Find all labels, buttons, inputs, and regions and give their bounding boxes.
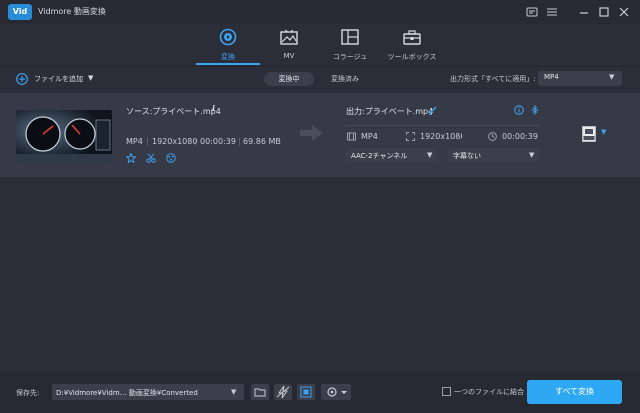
- source-format: MP4: [126, 137, 143, 146]
- gpu-accel-button[interactable]: [297, 384, 315, 400]
- output-resolution: 1920x1080: [420, 132, 462, 141]
- compress-icon[interactable]: [530, 105, 540, 115]
- subtitle-value: 字幕ない: [453, 152, 481, 160]
- maximize-icon[interactable]: [596, 4, 612, 20]
- tab-mv-label: MV: [283, 52, 295, 60]
- feedback-icon[interactable]: [524, 4, 540, 20]
- meta-separator: |: [146, 137, 149, 146]
- tab-converting[interactable]: 変換中: [264, 72, 314, 86]
- info-icon[interactable]: i: [212, 104, 215, 113]
- edit-effects-icon[interactable]: [166, 153, 176, 163]
- chevron-down-icon[interactable]: ▼: [231, 388, 236, 396]
- chevron-down-icon[interactable]: ▼: [88, 74, 93, 82]
- menu-icon[interactable]: [544, 4, 560, 20]
- tab-convert[interactable]: 変換: [193, 26, 263, 66]
- collage-icon: [341, 29, 359, 45]
- app-logo: Vid: [8, 4, 32, 20]
- add-file-button[interactable]: ファイルを追加: [34, 74, 83, 84]
- source-size: 69.86 MB: [243, 137, 281, 146]
- video-format-icon: [347, 132, 356, 141]
- chevron-down-icon[interactable]: ▼: [601, 128, 606, 136]
- tab-converted[interactable]: 変換済み: [320, 72, 370, 86]
- output-duration: 00:00:39: [502, 132, 538, 141]
- audio-track-value: AAC-2チャンネル: [351, 152, 408, 160]
- edit-name-icon[interactable]: [428, 105, 438, 115]
- settings-button[interactable]: [321, 384, 351, 400]
- close-icon[interactable]: [616, 4, 632, 20]
- add-file-icon[interactable]: [16, 73, 28, 85]
- source-resolution: 1920x1080: [152, 137, 198, 146]
- output-file-name: 出力:プライベート.mp4: [346, 107, 434, 116]
- hardware-accel-off-button[interactable]: [274, 384, 292, 400]
- tab-toolbox-label: ツールボックス: [387, 53, 437, 61]
- toolbox-icon: [403, 30, 421, 45]
- clock-icon: [488, 132, 497, 141]
- mv-icon: [280, 29, 298, 45]
- output-format-label: 出力形式「すべてに適用」:: [450, 75, 536, 83]
- meta-separator: |: [194, 137, 197, 146]
- cut-icon[interactable]: [146, 153, 156, 163]
- source-duration: 00:00:39: [200, 137, 236, 146]
- output-info-icon[interactable]: [514, 105, 524, 115]
- chevron-down-icon[interactable]: ▼: [529, 151, 534, 159]
- output-divider: [346, 125, 540, 126]
- chevron-down-icon[interactable]: ▼: [427, 151, 432, 159]
- save-to-label: 保存先:: [16, 389, 40, 397]
- output-format: MP4: [361, 132, 378, 141]
- output-format-value: MP4: [544, 73, 559, 81]
- resolution-icon: [406, 132, 415, 141]
- app-title: Vidmore 動画変換: [38, 7, 106, 16]
- active-tab-indicator: [196, 63, 260, 65]
- video-thumbnail[interactable]: [16, 110, 112, 162]
- tab-convert-label: 変換: [221, 53, 235, 61]
- source-file-name: ソース:プライベート.mp4: [126, 107, 221, 116]
- tab-toolbox[interactable]: ツールボックス: [377, 26, 447, 66]
- meta-separator: |: [238, 137, 241, 146]
- open-folder-button[interactable]: [251, 384, 269, 400]
- minimize-icon[interactable]: [576, 4, 592, 20]
- convert-arrow-icon: [300, 124, 324, 142]
- tab-mv[interactable]: MV: [254, 26, 324, 66]
- save-path-value: D:¥Vidmore¥Vidm… 動画変換¥Converted: [56, 389, 198, 397]
- merge-checkbox[interactable]: [442, 387, 451, 396]
- merge-label: 一つのファイルに結合: [454, 388, 524, 396]
- convert-all-button[interactable]: すべて変換: [527, 380, 622, 404]
- tab-collage[interactable]: コラージュ: [315, 26, 385, 66]
- tab-collage-label: コラージュ: [332, 53, 368, 61]
- format-badge-icon[interactable]: [582, 126, 596, 142]
- convert-icon: [219, 28, 237, 46]
- chevron-down-icon[interactable]: ▼: [609, 73, 614, 81]
- enhance-icon[interactable]: [126, 153, 136, 163]
